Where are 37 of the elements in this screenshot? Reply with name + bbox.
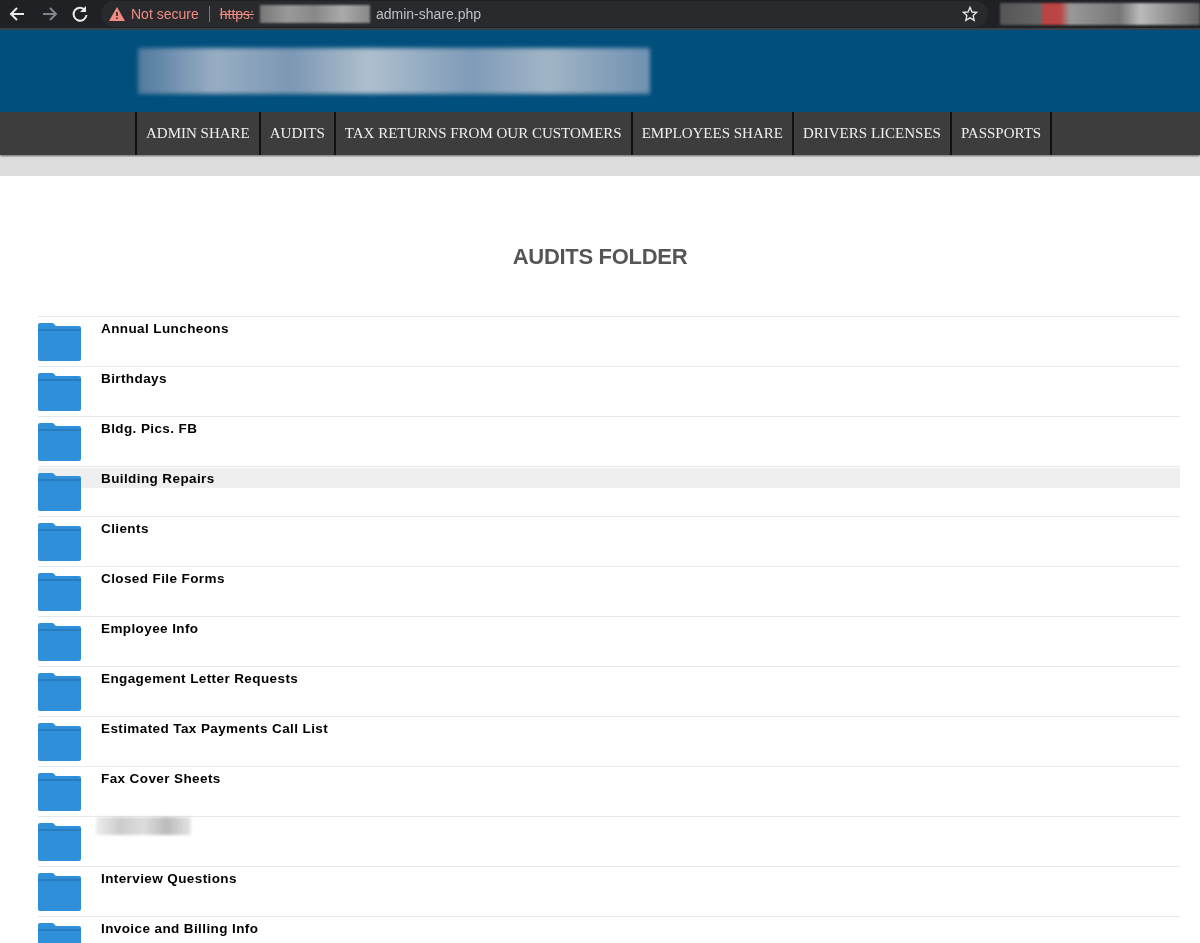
folder-name[interactable]: Closed File Forms (101, 571, 225, 588)
folder-name[interactable]: Fax Cover Sheets (101, 771, 221, 788)
folder-icon (38, 473, 81, 511)
folder-icon (38, 873, 81, 911)
nav-tab[interactable]: ADMIN SHARE (135, 112, 259, 155)
folder-icon (38, 723, 81, 761)
folder-name[interactable]: Birthdays (101, 371, 167, 388)
nav-tab[interactable]: PASSPORTS (949, 112, 1053, 155)
folder-name[interactable]: Bldg. Pics. FB (101, 421, 198, 438)
folder-name[interactable]: Building Repairs (101, 471, 215, 488)
url-scheme: https: (219, 6, 254, 22)
folder-name[interactable]: Engagement Letter Requests (101, 671, 299, 688)
folder-icon (38, 423, 81, 461)
security-warning[interactable]: Not secure (131, 6, 199, 22)
nav-tab[interactable]: DRIVERS LICENSES (791, 112, 950, 155)
folder-name[interactable]: Employee Info (101, 621, 199, 638)
star-icon[interactable] (962, 6, 978, 22)
folder-icon (38, 773, 81, 811)
nav-tab[interactable]: AUDITS (258, 112, 334, 155)
folder-name[interactable]: Interview Questions (101, 871, 237, 888)
folder-name[interactable]: Estimated Tax Payments Call List (101, 721, 329, 738)
folder-icon (38, 323, 81, 361)
folder-icon (38, 823, 81, 861)
url-path: admin-share.php (375, 6, 481, 22)
folder-name[interactable]: Clients (101, 521, 149, 538)
nav-tab[interactable]: EMPLOYEES SHARE (630, 112, 792, 155)
folder-icon (38, 623, 81, 661)
warning-icon (109, 7, 125, 21)
folder-name[interactable]: Annual Luncheons (101, 321, 229, 338)
address-bar[interactable]: Not secure https: admin-share.php (101, 1, 988, 27)
nav-tab[interactable]: TAX RETURNS FROM OUR CUSTOMERS (333, 112, 631, 155)
folder-icon (38, 373, 81, 411)
folder-icon (38, 673, 81, 711)
folder-icon (38, 573, 81, 611)
page-title: AUDITS FOLDER (511, 244, 689, 270)
folder-name[interactable]: Invoice and Billing Info (101, 921, 259, 938)
folder-icon (38, 523, 81, 561)
